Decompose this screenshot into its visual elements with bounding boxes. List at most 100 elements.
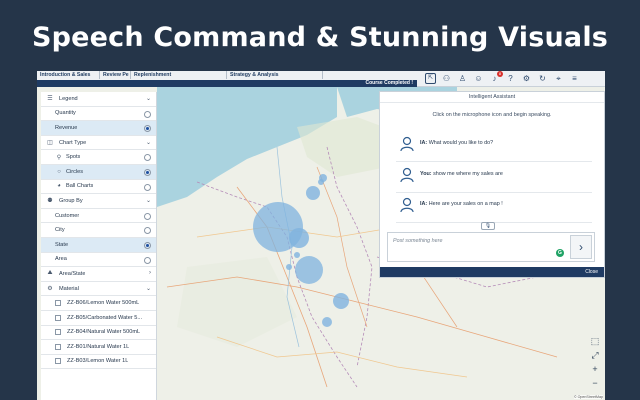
refresh-icon[interactable]: ↻ bbox=[537, 73, 548, 84]
option-state[interactable]: State bbox=[41, 237, 156, 253]
grammar-check-icon: G bbox=[556, 249, 564, 257]
message-text: Here are your sales on a map ! bbox=[428, 201, 503, 207]
option-ball-charts[interactable]: ◕ Ball Charts bbox=[41, 180, 156, 195]
section-chart-type[interactable]: ◫ Chart Type ⌄ bbox=[41, 136, 156, 151]
material-item[interactable]: ZZ-B01/Natural Water 1L bbox=[41, 340, 156, 355]
section-legend[interactable]: ☰ Legend ⌄ bbox=[41, 92, 156, 107]
material-item-label: ZZ-B03/Lemon Water 1L bbox=[67, 358, 129, 365]
fullscreen-icon[interactable]: ⤢ bbox=[589, 349, 601, 361]
chevron-down-icon: ⌄ bbox=[145, 139, 151, 146]
help-icon[interactable]: ? bbox=[505, 73, 516, 84]
material-item[interactable]: ZZ-B03/Lemon Water 1L bbox=[41, 355, 156, 370]
map-attribution: © OpenStreetMap bbox=[573, 395, 603, 399]
section-material[interactable]: ⚙ Material ⌄ bbox=[41, 282, 156, 297]
close-button[interactable]: Close bbox=[585, 269, 598, 275]
material-item-label: ZZ-B05/Carbonated Water 5... bbox=[67, 314, 143, 321]
microphone-icon: 🎙 bbox=[484, 223, 492, 229]
map-zoom-tools: ⬚ ⤢ + − bbox=[589, 335, 603, 391]
microphone-button[interactable]: 🎙 bbox=[481, 222, 495, 230]
tab-review[interactable]: Review Pe bbox=[100, 71, 131, 79]
tab-strategy-analysis[interactable]: Strategy & Analysis bbox=[227, 71, 323, 79]
chart-settings-panel: ☰ Legend ⌄ Quantity Revenue ◫ Chart Type… bbox=[41, 92, 157, 400]
section-material-label: Material bbox=[59, 285, 79, 292]
legend-icon: ☰ bbox=[47, 96, 53, 103]
option-ball-charts-label: Ball Charts bbox=[66, 183, 94, 190]
step-tabs: Introduction & Sales Review Pe Replenish… bbox=[37, 71, 323, 79]
export-icon[interactable]: ⇱ bbox=[425, 73, 436, 84]
presenter-icon[interactable]: ♙ bbox=[457, 73, 468, 84]
chat-message: You: show me where my sales are bbox=[396, 163, 592, 193]
assistant-hint: Click on the microphone icon and begin s… bbox=[432, 112, 552, 118]
section-area-state-label: Area/State bbox=[59, 270, 86, 277]
chat-input[interactable]: Post something here bbox=[393, 238, 442, 244]
option-quantity[interactable]: Quantity bbox=[41, 107, 156, 122]
material-item-label: ZZ-B06/Lemon Water 500mL bbox=[67, 300, 140, 307]
state-radio[interactable] bbox=[144, 241, 151, 249]
material-checkbox[interactable] bbox=[55, 343, 61, 350]
tab-introduction-sales[interactable]: Introduction & Sales bbox=[37, 71, 100, 79]
option-area-label: Area bbox=[55, 256, 67, 263]
material-checkbox[interactable] bbox=[55, 358, 61, 365]
option-spots-label: Spots bbox=[66, 154, 81, 161]
message-speaker: IA: bbox=[420, 201, 428, 207]
group-icon: ⚉ bbox=[47, 198, 53, 205]
menu-icon[interactable]: ≡ bbox=[569, 73, 580, 84]
app-window: © OpenStreetMap Introduction & Sales Rev… bbox=[37, 71, 605, 400]
send-button[interactable]: › bbox=[570, 235, 592, 259]
section-group-by[interactable]: ⚉ Group By ⌄ bbox=[41, 194, 156, 209]
bell-icon[interactable]: ♪ 8 bbox=[489, 71, 503, 84]
chat-composer[interactable]: Post something here G › bbox=[387, 232, 595, 262]
course-progress-bar: Course Completed ! bbox=[37, 80, 417, 87]
zoom-in-icon[interactable]: + bbox=[589, 363, 601, 375]
circles-radio[interactable] bbox=[144, 168, 151, 176]
user-avatar-icon bbox=[400, 197, 414, 213]
revenue-radio[interactable] bbox=[144, 125, 151, 133]
material-icon: ⚙ bbox=[47, 286, 53, 293]
message-speaker: You: bbox=[420, 171, 432, 177]
spots-radio[interactable] bbox=[144, 154, 151, 162]
circle-icon: ○ bbox=[57, 168, 61, 175]
section-area-state[interactable]: ⛰ Area/State › bbox=[41, 267, 156, 282]
option-area[interactable]: Area bbox=[41, 253, 156, 268]
people-icon[interactable]: ☺ bbox=[473, 73, 484, 84]
chat-message: IA: Here are your sales on a map ! bbox=[396, 193, 592, 223]
message-text: show me where my sales are bbox=[433, 171, 503, 177]
map-icon: ⛰ bbox=[47, 270, 53, 277]
location-icon[interactable]: ⌖ bbox=[553, 73, 564, 84]
assistant-title: Intelligent Assistant bbox=[380, 92, 604, 103]
course-progress-label: Course Completed ! bbox=[365, 80, 413, 86]
headline: Speech Command & Stunning Visuals bbox=[31, 22, 609, 53]
material-item[interactable]: ZZ-B05/Carbonated Water 5... bbox=[41, 311, 156, 326]
zoom-out-icon[interactable]: − bbox=[589, 377, 601, 389]
material-checkbox[interactable] bbox=[55, 314, 61, 321]
option-revenue[interactable]: Revenue bbox=[41, 121, 156, 136]
option-city[interactable]: City bbox=[41, 223, 156, 238]
assistant-footer: Close bbox=[380, 267, 604, 277]
option-quantity-label: Quantity bbox=[55, 110, 76, 117]
pin-icon: ⚲ bbox=[56, 154, 62, 161]
intelligent-assistant-panel: Intelligent Assistant Click on the micro… bbox=[379, 91, 605, 278]
tab-replenishment[interactable]: Replenishment bbox=[131, 71, 227, 79]
option-circles[interactable]: ○ Circles bbox=[41, 164, 156, 180]
chart-type-icon: ◫ bbox=[47, 140, 53, 147]
user-avatar-icon bbox=[400, 167, 414, 183]
customer-radio[interactable] bbox=[144, 212, 151, 220]
binoculars-icon[interactable]: ⚇ bbox=[441, 73, 452, 84]
material-checkbox[interactable] bbox=[55, 329, 61, 336]
material-item[interactable]: ZZ-B04/Natural Water 500mL bbox=[41, 326, 156, 341]
material-item-label: ZZ-B04/Natural Water 500mL bbox=[67, 329, 141, 336]
user-avatar-icon bbox=[400, 136, 414, 152]
settings-icon[interactable]: ⚙ bbox=[521, 73, 532, 84]
chevron-right-icon: › bbox=[149, 270, 151, 277]
option-spots[interactable]: ⚲ Spots bbox=[41, 150, 156, 165]
notification-badge: 8 bbox=[497, 71, 503, 77]
city-radio[interactable] bbox=[144, 227, 151, 235]
material-checkbox[interactable] bbox=[55, 300, 61, 307]
ball-charts-radio[interactable] bbox=[144, 183, 151, 191]
select-area-icon[interactable]: ⬚ bbox=[589, 335, 601, 347]
area-radio[interactable] bbox=[144, 256, 151, 264]
pie-chart-icon: ◕ bbox=[57, 183, 61, 190]
material-item[interactable]: ZZ-B06/Lemon Water 500mL bbox=[41, 296, 156, 311]
option-customer[interactable]: Customer bbox=[41, 209, 156, 224]
quantity-radio[interactable] bbox=[144, 110, 151, 118]
